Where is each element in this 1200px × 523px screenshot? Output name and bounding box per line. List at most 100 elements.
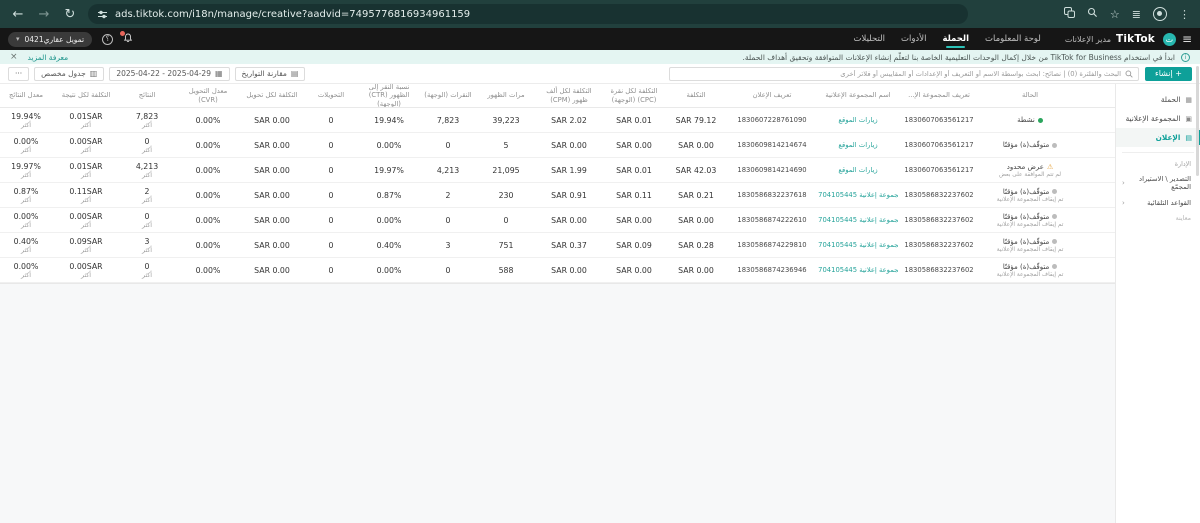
site-settings-icon[interactable] [98, 10, 107, 19]
column-header-results[interactable]: النتائج [118, 84, 176, 107]
table-row[interactable]: فئن -2⚠عرض محدودلم تتم الموافقة على بعض1… [0, 158, 1200, 183]
more-link[interactable]: أكثر [142, 272, 152, 279]
table-row[interactable]: 22:54:45 2025-27-0متوقّف(ة) مؤقتًاتم إيق… [0, 208, 1200, 233]
banner-close-icon[interactable]: × [10, 52, 18, 62]
vertical-scrollbar[interactable] [1196, 66, 1199, 176]
sidebar-item[interactable]: ▤الإعلان [1116, 128, 1200, 147]
custom-table-button[interactable]: ▥ جدول مخصص [34, 67, 104, 81]
account-switcher[interactable]: تمويل عقاري0421 ▾ [8, 32, 92, 47]
ad-group-link[interactable]: مجموعة إعلانية 2704105445 [818, 266, 898, 274]
hamburger-menu-icon[interactable]: ≡ [1182, 32, 1192, 46]
more-link[interactable]: أكثر [21, 272, 31, 279]
bookmark-star-icon[interactable]: ☆ [1110, 8, 1120, 21]
more-link[interactable]: أكثر [21, 222, 31, 229]
media-list-icon[interactable]: ≣ [1132, 8, 1141, 21]
sidebar-item[interactable]: ▣المجموعة الإعلانية [1116, 109, 1200, 128]
ad-group-link[interactable]: مجموعة إعلانية 2704105445 [818, 216, 898, 224]
translate-icon[interactable] [1064, 7, 1075, 21]
ad-group-link[interactable]: زيارات الموقع [838, 116, 877, 124]
cell-clicks: 3 [420, 233, 476, 257]
date-range-button[interactable]: ▦ 2025-04-22 - 2025-04-29 [109, 67, 229, 81]
more-link[interactable]: أكثر [21, 122, 31, 129]
status-badge: نشطة [1017, 116, 1043, 124]
column-header-cpm[interactable]: التكلفة لكل ألف ظهور (CPM) [536, 84, 602, 107]
create-button[interactable]: + إنشاء [1145, 67, 1192, 81]
tab-item[interactable]: التحليلات [854, 29, 885, 49]
search-filter-box[interactable] [669, 67, 1139, 81]
more-link[interactable]: أكثر [21, 147, 31, 154]
more-link[interactable]: أكثر [142, 172, 152, 179]
more-options-button[interactable]: ··· [8, 67, 29, 81]
search-icon[interactable] [1087, 7, 1098, 21]
more-link[interactable]: أكثر [81, 122, 91, 129]
browser-forward-icon[interactable]: → [36, 7, 52, 22]
column-header-group_id[interactable]: تعريف المجموعة الإ... [898, 84, 980, 107]
more-link[interactable]: أكثر [142, 222, 152, 229]
browser-reload-icon[interactable]: ↻ [62, 7, 78, 22]
column-header-result_rate[interactable]: معدل النتائج [0, 84, 54, 107]
table-row[interactable]: فئن-1متوقّف(ة) مؤقتًا1830607063561217زيا… [0, 133, 1200, 158]
tab-item[interactable]: الأدوات [901, 29, 926, 49]
column-header-cost[interactable]: التكلفة [666, 84, 726, 107]
more-link[interactable]: أكثر [142, 122, 152, 129]
top-nav-left-cluster: ؟ تمويل عقاري0421 ▾ [8, 32, 133, 47]
cvr-value: 0.00% [196, 216, 221, 225]
sidebar-item[interactable]: ▦الحملة [1116, 90, 1200, 109]
column-header-cpc[interactable]: التكلفة لكل نقرة (CPC) (الوجهة) [602, 84, 666, 107]
status-text: متوقّف(ة) مؤقتًا [1003, 263, 1049, 271]
column-header-ctr[interactable]: نسبة النقر إلى الظهور (CTR) (الوجهة) [358, 84, 420, 107]
more-link[interactable]: أكثر [81, 222, 91, 229]
more-link[interactable]: أكثر [21, 197, 31, 204]
table-row[interactable]: 22:54:45 2025-27-0متوقّف(ة) مؤقتًاتم إيق… [0, 233, 1200, 258]
table-row[interactable]: 22:54:45 2025-27-0متوقّف(ة) مؤقتًاتم إيق… [0, 258, 1200, 283]
more-link[interactable]: أكثر [81, 272, 91, 279]
cpc-value: SAR 0.11 [616, 191, 652, 200]
account-avatar[interactable]: ت [1163, 33, 1176, 46]
column-header-impressions[interactable]: مرات الظهور [476, 84, 536, 107]
more-link[interactable]: أكثر [81, 247, 91, 254]
learn-more-link[interactable]: معرفة المزيد [28, 53, 69, 62]
cell-cpm: SAR 0.91 [536, 183, 602, 207]
help-icon[interactable]: ؟ [102, 34, 113, 45]
address-bar[interactable]: ads.tiktok.com/i18n/manage/creative?aadv… [88, 4, 968, 24]
tab-item[interactable]: لوحة المعلومات [985, 29, 1041, 49]
cell-conversions: 0 [304, 208, 358, 232]
cell-cost_per_conversion: SAR 0.00 [240, 108, 304, 132]
compare-dates-button[interactable]: ▤ مقارنة التواريخ [235, 67, 306, 81]
more-link[interactable]: أكثر [81, 147, 91, 154]
more-link[interactable]: أكثر [21, 247, 31, 254]
column-header-conversions[interactable]: التحويلات [304, 84, 358, 107]
more-link[interactable]: أكثر [81, 197, 91, 204]
column-header-group_name[interactable]: اسم المجموعة الإعلانية [818, 84, 898, 107]
more-link[interactable]: أكثر [142, 247, 152, 254]
more-link[interactable]: أكثر [81, 172, 91, 179]
browser-back-icon[interactable]: ← [10, 7, 26, 22]
brand-suffix: مدير الإعلانات [1065, 35, 1111, 44]
table-row[interactable]: فئن-3نشطة1830607063561217زيارات الموقع18… [0, 108, 1200, 133]
menu-kebab-icon[interactable]: ⋮ [1179, 8, 1190, 21]
column-header-clicks[interactable]: النقرات (الوجهة) [420, 84, 476, 107]
sidebar-tool-item[interactable]: التصدير \ الاستيراد المجمّع‹ [1116, 171, 1200, 195]
tab-active[interactable]: الحملة [942, 29, 969, 49]
search-input[interactable] [675, 70, 1121, 78]
cell-cpc: SAR 0.00 [602, 258, 666, 282]
notifications-bell-icon[interactable] [123, 33, 133, 46]
group_id-value: 1830586832237602 [904, 191, 973, 199]
column-header-cost_per_conversion[interactable]: التكلفة لكل تحويل [240, 84, 304, 107]
cost-value: SAR 79.12 [676, 116, 717, 125]
more-link[interactable]: أكثر [21, 172, 31, 179]
sidebar-tool-item[interactable]: القواعد التلقائية‹ [1116, 195, 1200, 211]
table-row[interactable]: 22:54:45 2025-27-0متوقّف(ة) مؤقتًاتم إيق… [0, 183, 1200, 208]
campaign-icon: ▦ [1185, 96, 1192, 104]
column-header-cvr[interactable]: معدل التحويل (CVR) [176, 84, 240, 107]
more-link[interactable]: أكثر [142, 147, 152, 154]
profile-icon[interactable] [1153, 7, 1167, 21]
more-link[interactable]: أكثر [142, 197, 152, 204]
column-header-cost_per_result[interactable]: التكلفة لكل نتيجة [54, 84, 118, 107]
ad-group-link[interactable]: زيارات الموقع [838, 166, 877, 174]
column-header-ad_id[interactable]: تعريف الإعلان [726, 84, 818, 107]
ad-group-link[interactable]: مجموعة إعلانية 2704105445 [818, 191, 898, 199]
ad-group-link[interactable]: مجموعة إعلانية 2704105445 [818, 241, 898, 249]
column-header-status[interactable]: الحالة [980, 84, 1080, 107]
ad-group-link[interactable]: زيارات الموقع [838, 141, 877, 149]
